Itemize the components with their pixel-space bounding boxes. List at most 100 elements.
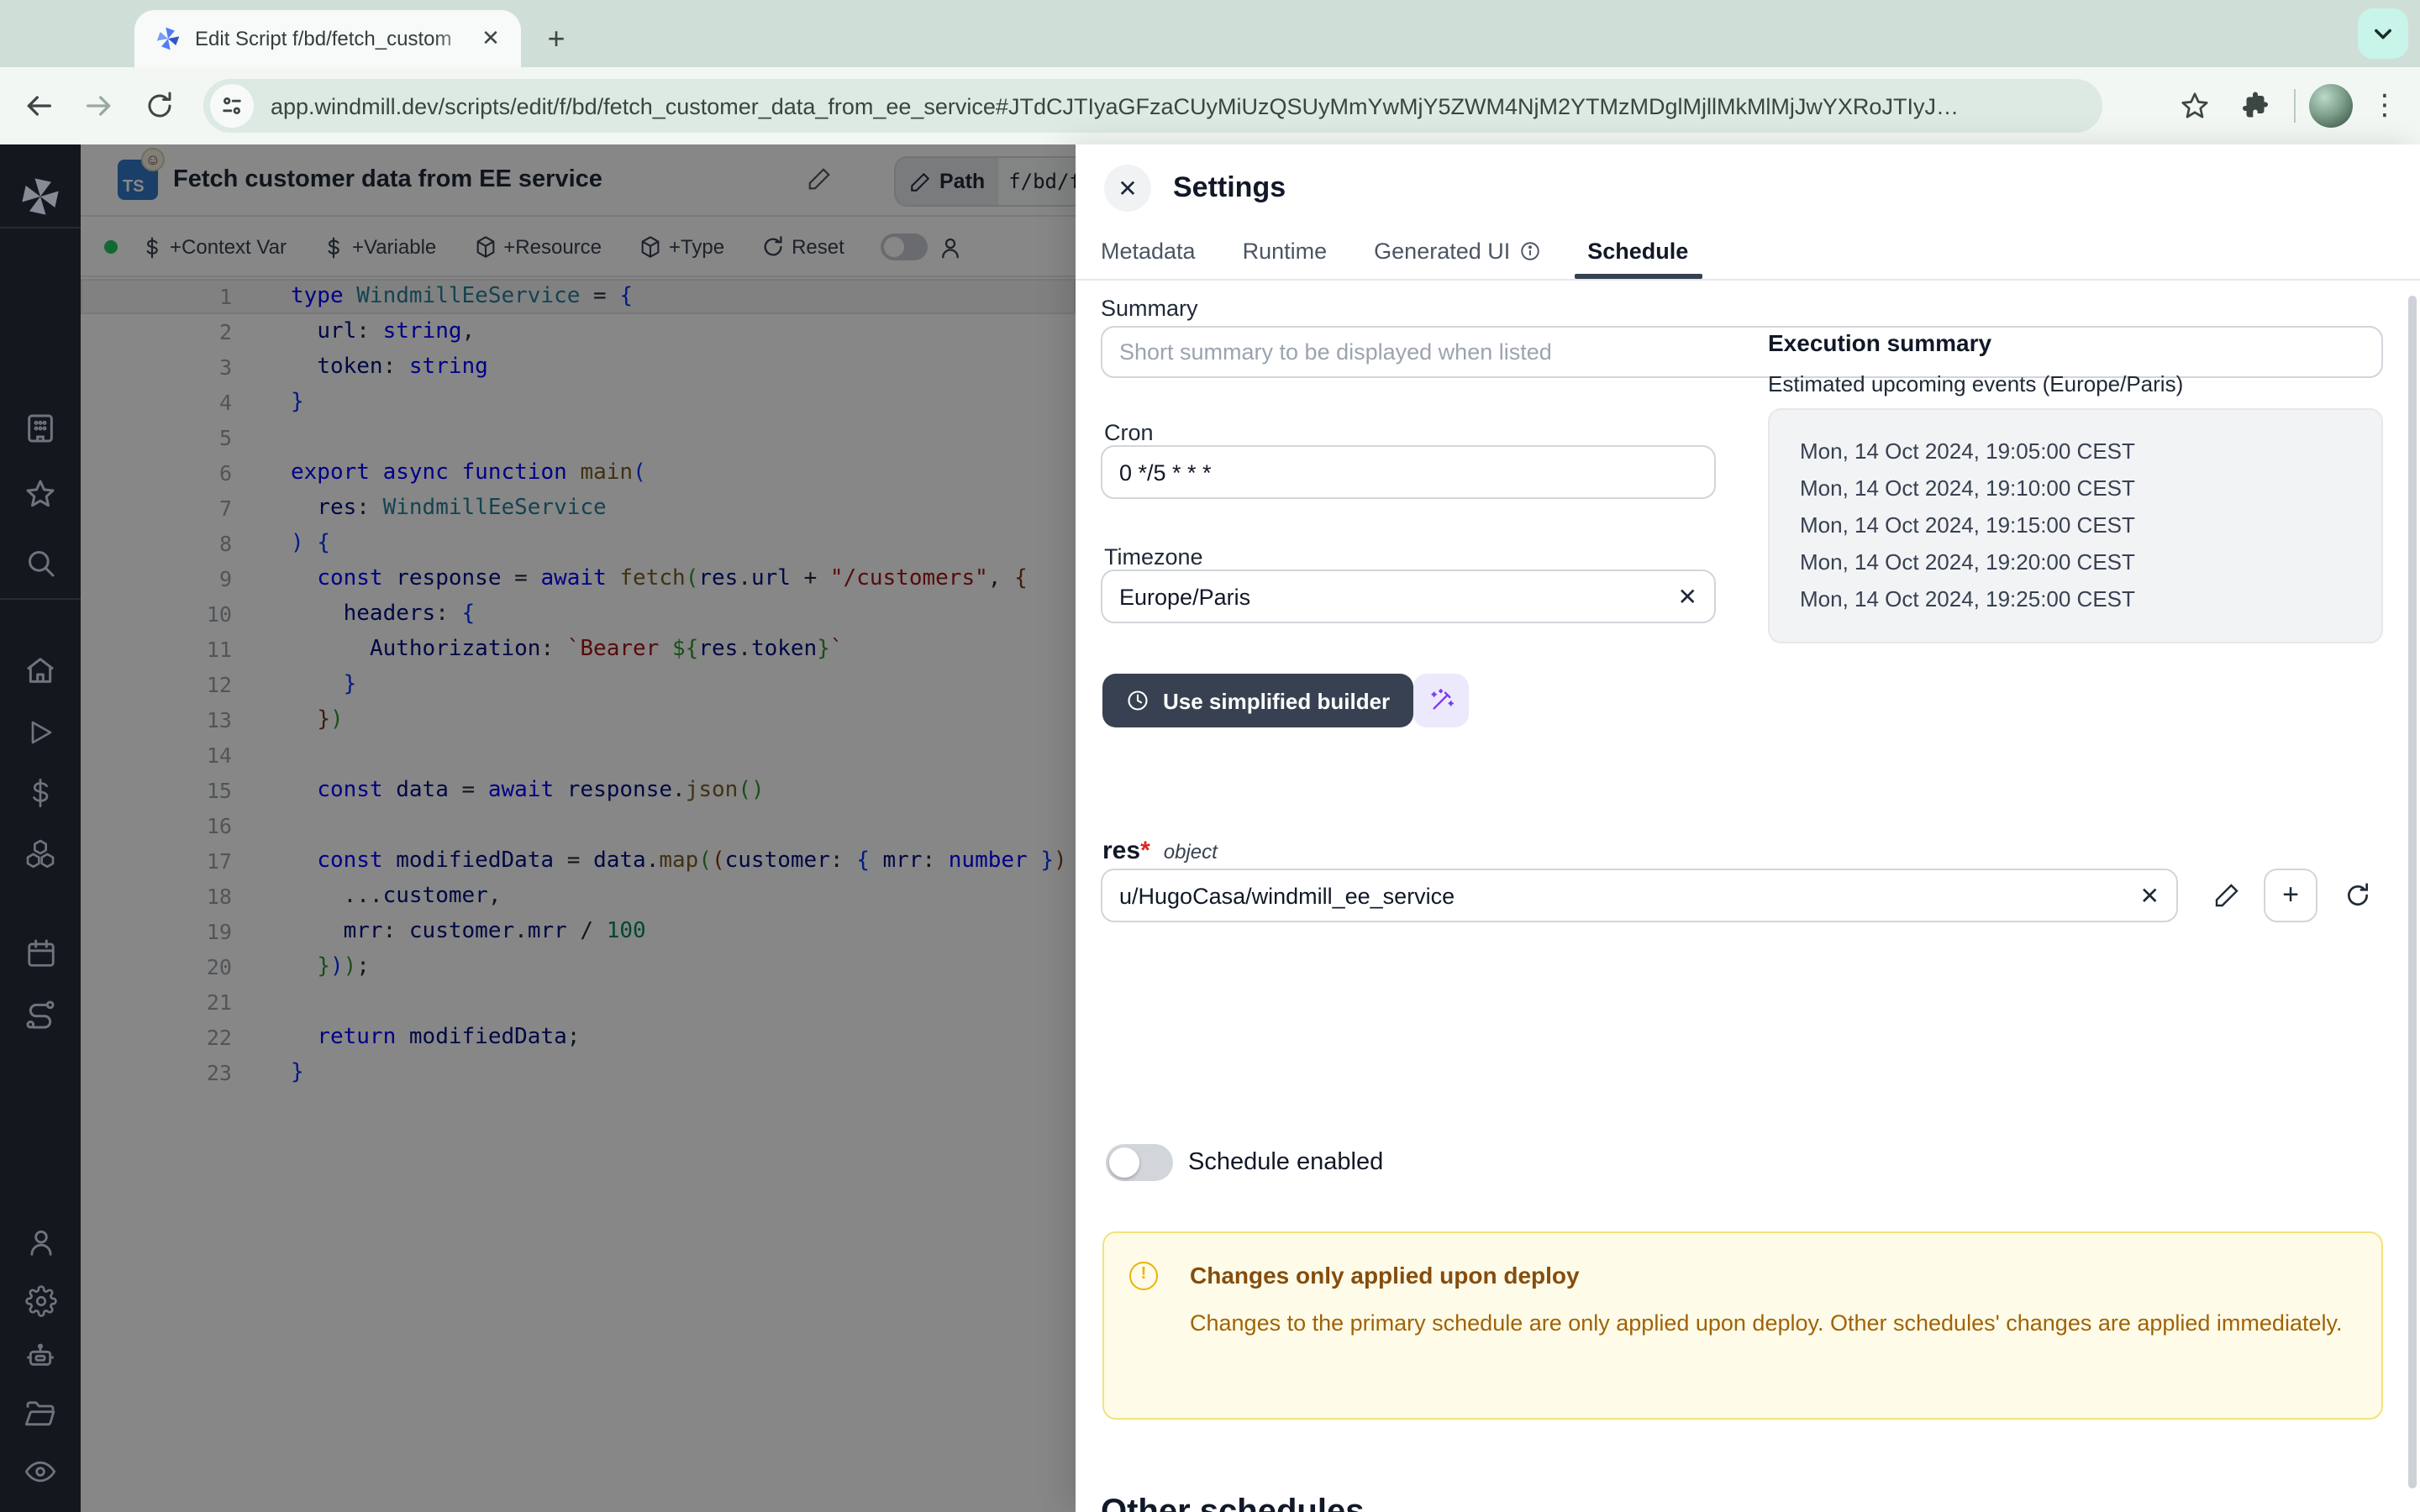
profile-avatar[interactable] xyxy=(2309,84,2353,128)
windmill-favicon xyxy=(155,25,182,52)
sidebar-item-runs[interactable] xyxy=(0,707,81,758)
tune-icon xyxy=(220,94,244,118)
add-context-var-button[interactable]: +Context Var xyxy=(141,235,287,259)
sidebar-item-audit[interactable] xyxy=(0,1446,81,1497)
code-line: 10 headers: { xyxy=(81,596,1076,632)
forward-button[interactable] xyxy=(74,81,124,131)
builder-button-label: Use simplified builder xyxy=(1163,688,1390,713)
sidebar-divider xyxy=(0,227,81,228)
new-tab-button[interactable]: + xyxy=(534,17,578,60)
schedule-enabled-toggle[interactable] xyxy=(1106,1144,1173,1181)
toolbar-item-label: +Resource xyxy=(503,235,602,259)
edit-resource-button[interactable] xyxy=(2207,875,2247,916)
tab-label: Runtime xyxy=(1243,238,1328,263)
windmill-logo-icon[interactable] xyxy=(0,171,81,222)
line-number: 7 xyxy=(81,496,232,521)
refresh-resource-button[interactable] xyxy=(2338,875,2378,916)
user-icon xyxy=(939,234,964,260)
sidebar-item-favorites[interactable] xyxy=(0,469,81,519)
package-icon xyxy=(639,235,662,259)
diff-toggle[interactable] xyxy=(881,234,929,260)
line-number: 6 xyxy=(81,460,232,486)
address-bar[interactable]: app.windmill.dev/scripts/edit/f/bd/fetch… xyxy=(203,79,2102,133)
execution-summary-subtitle: Estimated upcoming events (Europe/Paris) xyxy=(1768,371,2183,396)
windmill-app: TS ☺ Fetch customer data from EE service… xyxy=(0,144,2420,1512)
tab-close-icon[interactable]: ✕ xyxy=(477,25,504,52)
toolbar-item-label: +Variable xyxy=(352,235,436,259)
pencil-icon xyxy=(909,171,931,192)
timezone-input[interactable]: Europe/Paris ✕ xyxy=(1101,570,1716,623)
simplified-builder-button[interactable]: Use simplified builder xyxy=(1102,674,1413,727)
sidebar-item-resources[interactable] xyxy=(0,828,81,879)
summary-input[interactable]: Short summary to be displayed when liste… xyxy=(1101,326,2383,378)
line-number: 15 xyxy=(81,778,232,803)
sidebar-item-home[interactable] xyxy=(0,645,81,696)
res-type: object xyxy=(1164,840,1218,864)
line-number: 20 xyxy=(81,954,232,979)
sidebar-item-schedules[interactable] xyxy=(0,927,81,978)
schedule-tab-panel: Summary Short summary to be displayed wh… xyxy=(1076,281,2420,1512)
reset-button[interactable]: Reset xyxy=(761,235,844,259)
tab-metadata[interactable]: Metadata xyxy=(1101,228,1196,272)
clear-res-icon[interactable]: ✕ xyxy=(2140,881,2160,910)
clock-icon xyxy=(1126,689,1150,712)
code-line: 9 const response = await fetch(res.url +… xyxy=(81,561,1076,596)
code-line: 5 xyxy=(81,420,1076,455)
edit-title-button[interactable] xyxy=(807,166,832,200)
drawer-scrollbar[interactable] xyxy=(2408,296,2417,1488)
summary-placeholder: Short summary to be displayed when liste… xyxy=(1119,339,1552,365)
tab-search-button[interactable] xyxy=(2358,8,2408,59)
code-line: 13 }) xyxy=(81,702,1076,738)
sidebar-item-flows[interactable] xyxy=(0,990,81,1040)
sidebar-item-workers[interactable] xyxy=(0,1332,81,1383)
path-chip[interactable]: Path f/bd/fetch_ xyxy=(894,156,1076,207)
tab-label: Schedule xyxy=(1587,238,1688,263)
sidebar-item-search[interactable] xyxy=(0,538,81,588)
tab-schedule[interactable]: Schedule xyxy=(1587,228,1688,272)
warning-icon: ! xyxy=(1129,1262,1158,1290)
browser-menu-button[interactable]: ⋮ xyxy=(2360,81,2410,131)
sidebar-divider xyxy=(0,598,81,600)
add-type-button[interactable]: +Type xyxy=(639,235,724,259)
line-number: 5 xyxy=(81,425,232,450)
clear-timezone-icon[interactable]: ✕ xyxy=(1678,582,1697,611)
wand-sparkles-icon xyxy=(1428,687,1455,714)
path-label: Path xyxy=(939,170,985,193)
ai-cron-button[interactable] xyxy=(1413,674,1469,727)
bookmark-button[interactable] xyxy=(2170,81,2220,131)
code-area[interactable]: 1type WindmillEeService = {2 url: string… xyxy=(81,279,1076,1090)
pencil-icon xyxy=(807,166,832,192)
sidebar-item-folders[interactable] xyxy=(0,1389,81,1440)
res-value: u/HugoCasa/windmill_ee_service xyxy=(1119,883,1455,908)
extensions-button[interactable] xyxy=(2230,81,2281,131)
line-number: 1 xyxy=(81,284,232,309)
sidebar-item-workspace[interactable] xyxy=(0,403,81,454)
url-text: app.windmill.dev/scripts/edit/f/bd/fetch… xyxy=(271,93,1959,118)
add-variable-button[interactable]: +Variable xyxy=(324,235,436,259)
star-icon xyxy=(2180,91,2210,121)
back-button[interactable] xyxy=(13,81,64,131)
toolbar-item-label: +Type xyxy=(669,235,724,259)
other-schedules-title: Other schedules xyxy=(1101,1494,1364,1512)
code-line: 4} xyxy=(81,385,1076,420)
tab-label: Metadata xyxy=(1101,238,1196,263)
add-resource-button[interactable]: + xyxy=(2264,869,2317,922)
res-input[interactable]: u/HugoCasa/windmill_ee_service ✕ xyxy=(1101,869,2178,922)
tab-runtime[interactable]: Runtime xyxy=(1243,228,1328,272)
sidebar-item-users[interactable] xyxy=(0,1216,81,1267)
line-number: 18 xyxy=(81,884,232,909)
browser-tab[interactable]: Edit Script f/bd/fetch_custom ✕ xyxy=(134,10,521,67)
tab-generated-ui[interactable]: Generated UI xyxy=(1374,228,1540,272)
timezone-label: Timezone xyxy=(1104,544,1203,570)
sidebar-item-variables[interactable] xyxy=(0,768,81,818)
sidebar-item-settings[interactable] xyxy=(0,1275,81,1326)
line-number: 19 xyxy=(81,919,232,944)
close-settings-button[interactable]: ✕ xyxy=(1104,165,1151,212)
code-line: 1type WindmillEeService = { xyxy=(81,279,1076,314)
add-resource-button[interactable]: +Resource xyxy=(473,235,602,259)
reload-button[interactable] xyxy=(134,81,185,131)
cron-input[interactable]: 0 */5 * * * xyxy=(1101,445,1716,499)
site-info-button[interactable] xyxy=(210,84,254,128)
execution-event: Mon, 14 Oct 2024, 19:15:00 CEST xyxy=(1800,507,2381,544)
tab-label: Generated UI xyxy=(1374,238,1510,263)
